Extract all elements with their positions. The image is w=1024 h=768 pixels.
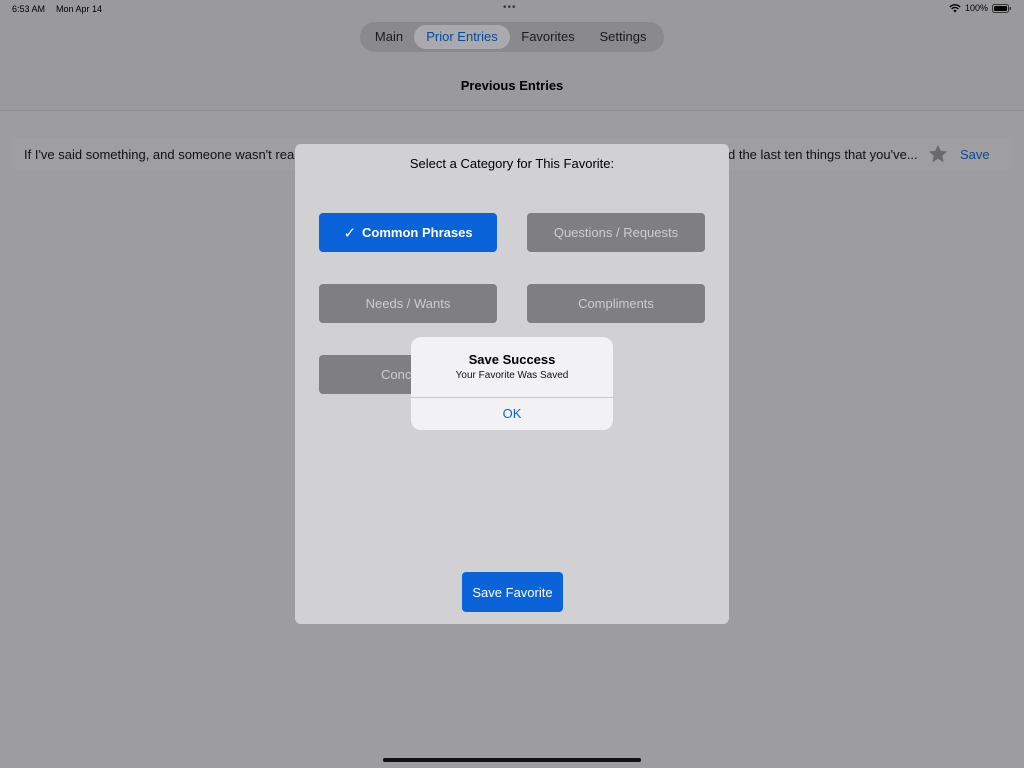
status-time: 6:53 AM (12, 4, 46, 14)
tab-prior-entries[interactable]: Prior Entries (414, 25, 510, 49)
category-label: Compliments (578, 296, 654, 311)
tab-main[interactable]: Main (364, 25, 414, 49)
star-icon[interactable] (927, 143, 949, 165)
category-compliments[interactable]: Compliments (527, 284, 705, 323)
status-right: 100% (949, 3, 1012, 13)
category-label: Questions / Requests (553, 225, 679, 240)
save-success-alert: Save Success Your Favorite Was Saved OK (411, 337, 613, 430)
multitasking-dots[interactable]: ••• (503, 2, 517, 13)
alert-title: Save Success (468, 352, 556, 367)
entry-save-button[interactable]: Save (960, 147, 990, 162)
alert-ok-button[interactable]: OK (411, 398, 613, 430)
wifi-icon (949, 3, 961, 13)
status-bar: 6:53 AM Mon Apr 14 ••• 100% (0, 0, 1024, 18)
tab-segmented-control: Main Prior Entries Favorites Settings (360, 22, 664, 52)
tab-settings[interactable]: Settings (586, 25, 660, 49)
category-common-phrases[interactable]: ✓ Common Phrases (319, 213, 497, 252)
checkmark-icon: ✓ (343, 224, 357, 242)
entry-text: If I've said something, and someone wasn… (24, 147, 300, 162)
entry-text-tail: d the last ten things that you've... (728, 147, 918, 162)
tab-favorites[interactable]: Favorites (510, 25, 586, 49)
category-label: Common Phrases (362, 225, 473, 240)
save-favorite-button[interactable]: Save Favorite (462, 572, 563, 612)
category-label: Needs / Wants (365, 296, 451, 311)
page-title: Previous Entries (460, 78, 564, 93)
battery-percent: 100% (964, 3, 988, 13)
home-indicator[interactable] (383, 758, 641, 762)
category-label: Conc (381, 367, 412, 382)
category-needs-wants[interactable]: Needs / Wants (319, 284, 497, 323)
modal-title: Select a Category for This Favorite: (409, 156, 615, 171)
status-date: Mon Apr 14 (56, 4, 103, 14)
category-questions-requests[interactable]: Questions / Requests (527, 213, 705, 252)
alert-message: Your Favorite Was Saved (455, 370, 569, 381)
nav-divider (0, 110, 1024, 111)
battery-icon (992, 3, 1012, 13)
